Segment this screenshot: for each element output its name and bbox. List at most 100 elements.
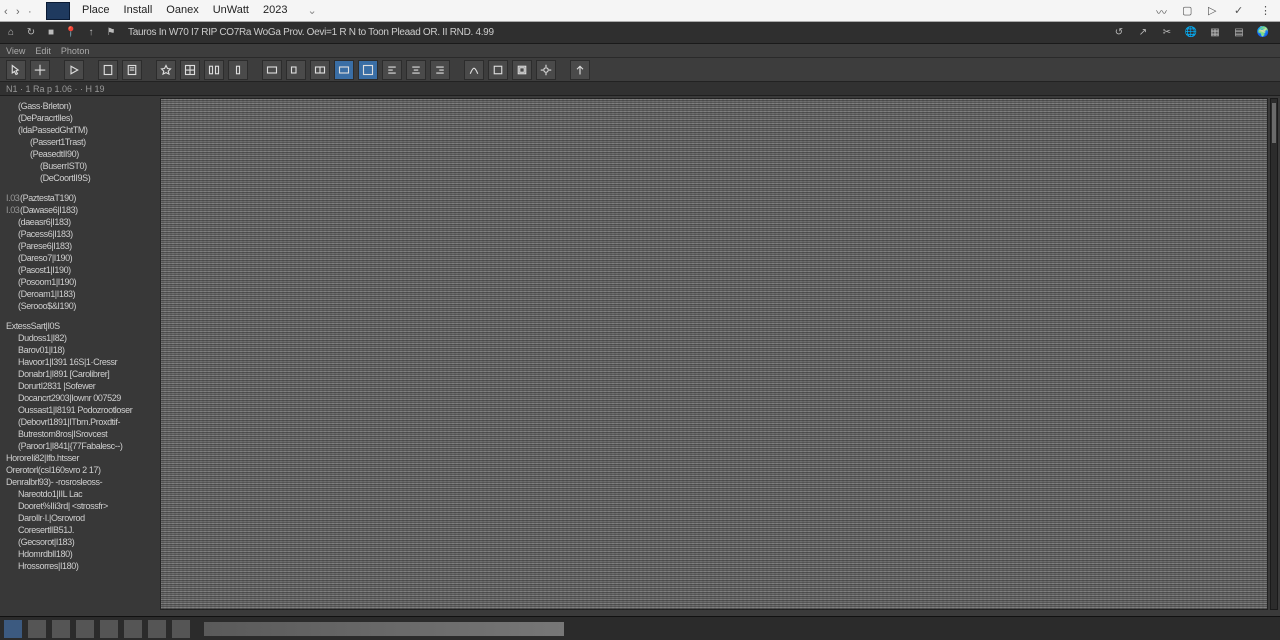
outline-item[interactable]: (Posoom1|I190) [0, 276, 160, 288]
outline-item[interactable]: DorurtI2831 |Sofewer [0, 380, 160, 392]
menu-item[interactable]: 2023 [263, 4, 287, 17]
grid-icon[interactable]: ▦ [1208, 26, 1222, 40]
outline-item[interactable]: Barov01|I18) [0, 344, 160, 356]
star-icon[interactable] [156, 60, 176, 80]
outline-item[interactable]: (Paroor1|I841|{77Fabalesc--) [0, 440, 160, 452]
panel-c-icon[interactable] [310, 60, 330, 80]
tag-icon[interactable]: ⚑ [104, 26, 118, 40]
outline-item[interactable]: (PeasedtII90) [0, 148, 160, 160]
check-icon[interactable]: ✓ [1234, 4, 1248, 18]
outline-item[interactable]: Denralbrl93)- -rosrosleoss- [0, 476, 160, 488]
outline-item[interactable]: I.03(Dawase6|I183) [0, 204, 160, 216]
play-icon[interactable]: ▷ [1208, 4, 1222, 18]
ribbon-tab[interactable]: View [6, 46, 25, 56]
cut-icon[interactable]: ✂ [1160, 26, 1174, 40]
layers-icon[interactable]: ▤ [1232, 26, 1246, 40]
outline-item[interactable]: Donabr1|I891 [Carolibrer] [0, 368, 160, 380]
outline-item[interactable]: Docancrt2903|Iownr 007529 [0, 392, 160, 404]
taskbar-app-icon[interactable] [124, 620, 142, 638]
move-tool-icon[interactable] [30, 60, 50, 80]
menu-item[interactable]: UnWatt [213, 4, 249, 17]
outline-item[interactable]: (Pasost1|I190) [0, 264, 160, 276]
taskbar-app-icon[interactable] [148, 620, 166, 638]
outline-item[interactable]: CoresertlIB51J. [0, 524, 160, 536]
outline-item[interactable]: ExtessSart|I0S [0, 320, 160, 332]
window-icon[interactable]: ▢ [1182, 4, 1196, 18]
vertical-scrollbar[interactable] [1270, 98, 1278, 610]
share-icon[interactable]: ↗ [1136, 26, 1150, 40]
doc-icon[interactable] [98, 60, 118, 80]
box2-icon[interactable] [512, 60, 532, 80]
outline-item[interactable]: (Gecsorot|I183) [0, 536, 160, 548]
outline-item[interactable]: Hrossorres|I180) [0, 560, 160, 572]
outline-item[interactable]: HdomrdblI180) [0, 548, 160, 560]
outline-item[interactable]: (Deroam1|I183) [0, 288, 160, 300]
outline-item[interactable]: (Dareso7|I190) [0, 252, 160, 264]
gear-icon[interactable] [536, 60, 556, 80]
taskbar-track[interactable] [204, 622, 564, 636]
taskbar-app-icon[interactable] [28, 620, 46, 638]
menu-item[interactable]: Install [124, 4, 153, 17]
ribbon-tab[interactable]: Photon [61, 46, 90, 56]
back-icon[interactable]: ‹ [4, 6, 14, 16]
taskbar-app-icon[interactable] [76, 620, 94, 638]
pin-icon[interactable]: 📍 [64, 26, 78, 40]
panel-b-icon[interactable] [286, 60, 306, 80]
outline-item[interactable]: Oussast1|I8191 Podozrootloser [0, 404, 160, 416]
stop-icon[interactable]: ■ [44, 26, 58, 40]
more-icon[interactable]: ⋮ [1260, 4, 1274, 18]
fx-icon[interactable] [464, 60, 484, 80]
outline-item[interactable]: (DeCoortII9S) [0, 172, 160, 184]
menu-item[interactable]: Place [82, 4, 110, 17]
outline-item[interactable]: (Pacess6|I183) [0, 228, 160, 240]
outline-item[interactable]: DaroIlr·I.|Osrovrod [0, 512, 160, 524]
layout-a-icon[interactable] [334, 60, 354, 80]
outline-item[interactable]: (Parese6|I183) [0, 240, 160, 252]
outline-item[interactable]: (Passert1Trast) [0, 136, 160, 148]
play-tool-icon[interactable] [64, 60, 84, 80]
cursor-tool-icon[interactable] [6, 60, 26, 80]
home-icon[interactable]: ⌂ [4, 26, 18, 40]
outline-item[interactable]: (Debovrl1891|ITbm.Proxdtif- [0, 416, 160, 428]
arrow-up-icon[interactable] [570, 60, 590, 80]
grid-tool-icon[interactable] [180, 60, 200, 80]
outline-item[interactable]: (Gass·Brleton) [0, 100, 160, 112]
ribbon-tab[interactable]: Edit [35, 46, 51, 56]
col-icon[interactable] [228, 60, 248, 80]
outline-item[interactable]: HororeIi82|Ifb.htsser [0, 452, 160, 464]
outline-item[interactable]: (IdaPassedGhtTM) [0, 124, 160, 136]
earth-icon[interactable]: 🌍 [1256, 26, 1270, 40]
cols-icon[interactable] [204, 60, 224, 80]
taskbar-app-icon[interactable] [172, 620, 190, 638]
globe-icon[interactable]: 🌐 [1184, 26, 1198, 40]
render-canvas[interactable] [160, 98, 1268, 610]
outline-item[interactable]: (Serooo$&I190) [0, 300, 160, 312]
taskbar-app-icon[interactable] [4, 620, 22, 638]
align-c-icon[interactable] [406, 60, 426, 80]
outline-item[interactable]: Dudoss1|I82) [0, 332, 160, 344]
scrollbar-thumb[interactable] [1272, 103, 1276, 143]
outline-item[interactable]: Butrestorn8ros|ISrovcest [0, 428, 160, 440]
align-r-icon[interactable] [430, 60, 450, 80]
outline-item[interactable]: Dooret%IIi3rd| <strossfr> [0, 500, 160, 512]
outline-item[interactable]: I.03(PaztestaT190) [0, 192, 160, 204]
panel-a-icon[interactable] [262, 60, 282, 80]
outline-item[interactable]: Orerotorl(csI160svro 2 17) [0, 464, 160, 476]
outline-item[interactable]: (DeParacrtIles) [0, 112, 160, 124]
layout-b-icon[interactable] [358, 60, 378, 80]
align-l-icon[interactable] [382, 60, 402, 80]
refresh-icon[interactable]: ↻ [24, 26, 38, 40]
taskbar-app-icon[interactable] [52, 620, 70, 638]
up-arrow-icon[interactable]: ↑ [84, 26, 98, 40]
box-icon[interactable] [488, 60, 508, 80]
doc2-icon[interactable] [122, 60, 142, 80]
forward-icon[interactable]: › [16, 6, 26, 16]
taskbar-app-icon[interactable] [100, 620, 118, 638]
up-icon[interactable]: · [28, 6, 38, 16]
outline-item[interactable]: Havoor1|I391 16S|1·Cressr [0, 356, 160, 368]
wave-icon[interactable]: 〰 [1156, 4, 1170, 18]
outline-item[interactable]: Nareotdo1|IIL Lac [0, 488, 160, 500]
chevron-down-icon[interactable]: ⌄ [307, 4, 316, 17]
outline-item[interactable]: (daeasr6|I183) [0, 216, 160, 228]
outline-item[interactable]: (BuserrIST0) [0, 160, 160, 172]
